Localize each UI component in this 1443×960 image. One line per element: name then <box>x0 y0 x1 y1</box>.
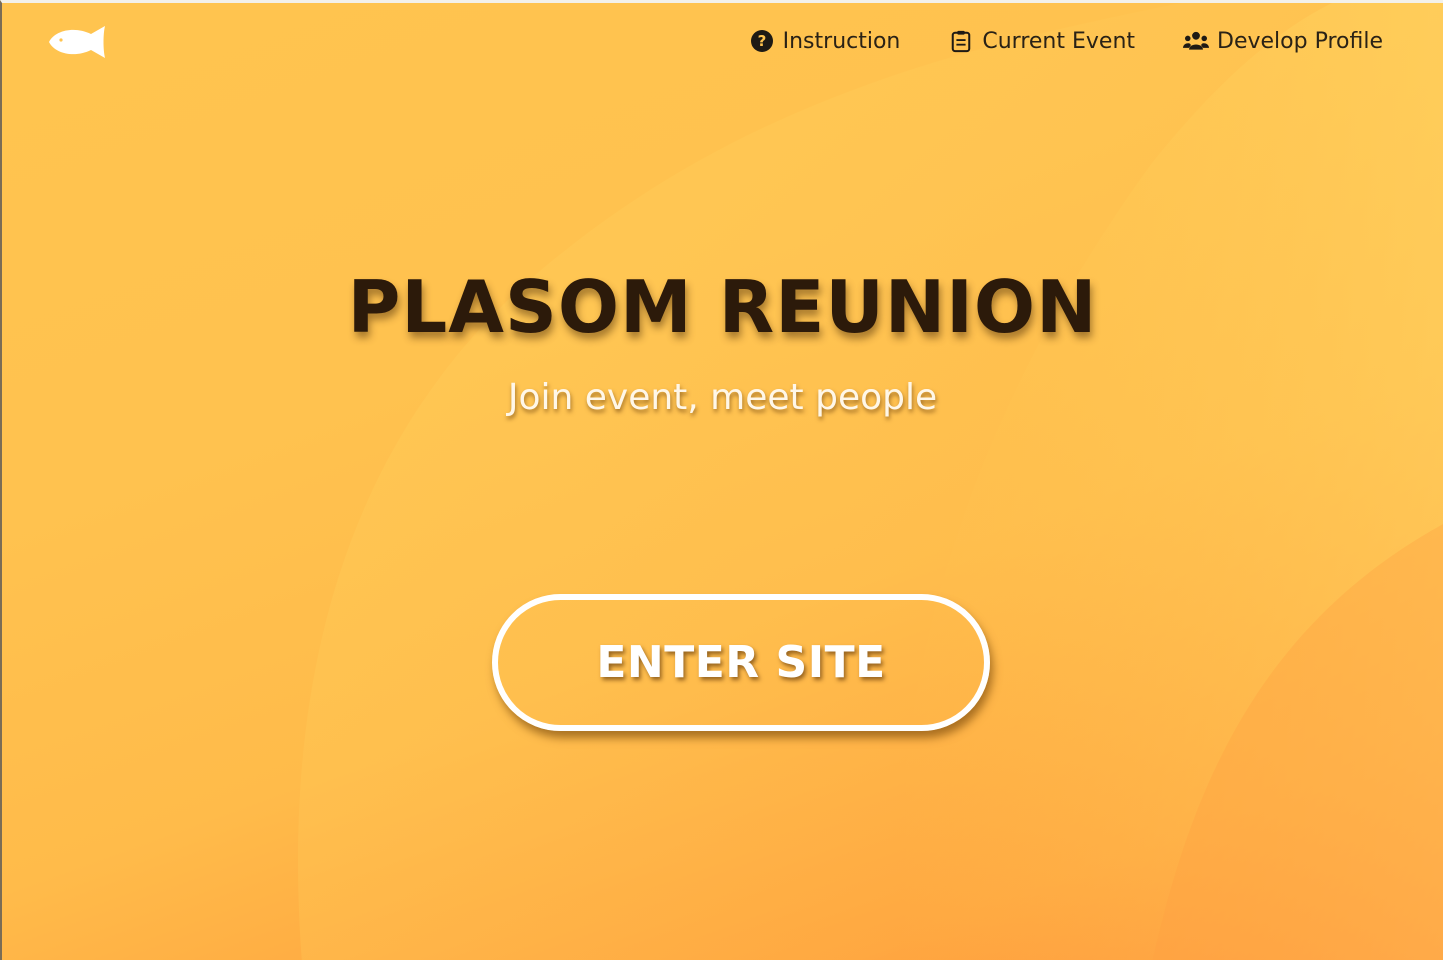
landing-page: ? Instruction Current Event Develop Prof… <box>0 0 1443 960</box>
clipboard-list-icon <box>948 28 974 54</box>
nav-develop-profile-label: Develop Profile <box>1217 28 1383 54</box>
page-subtitle: Join event, meet people <box>507 377 938 418</box>
nav-develop-profile[interactable]: Develop Profile <box>1183 28 1383 54</box>
top-nav: ? Instruction Current Event Develop Prof… <box>749 28 1383 54</box>
question-circle-icon: ? <box>749 28 775 54</box>
nav-instruction-label: Instruction <box>782 28 901 54</box>
nav-current-event-label: Current Event <box>982 28 1136 54</box>
enter-site-button-label: ENTER SITE <box>596 637 886 688</box>
enter-site-button[interactable]: ENTER SITE <box>492 594 990 731</box>
nav-current-event[interactable]: Current Event <box>948 28 1135 54</box>
nav-instruction[interactable]: ? Instruction <box>749 28 901 54</box>
users-icon <box>1183 28 1210 54</box>
fish-logo-icon[interactable] <box>47 24 115 60</box>
svg-text:?: ? <box>757 32 766 50</box>
page-title: PLASOM REUNION <box>347 265 1098 349</box>
background-waves <box>298 3 1443 960</box>
